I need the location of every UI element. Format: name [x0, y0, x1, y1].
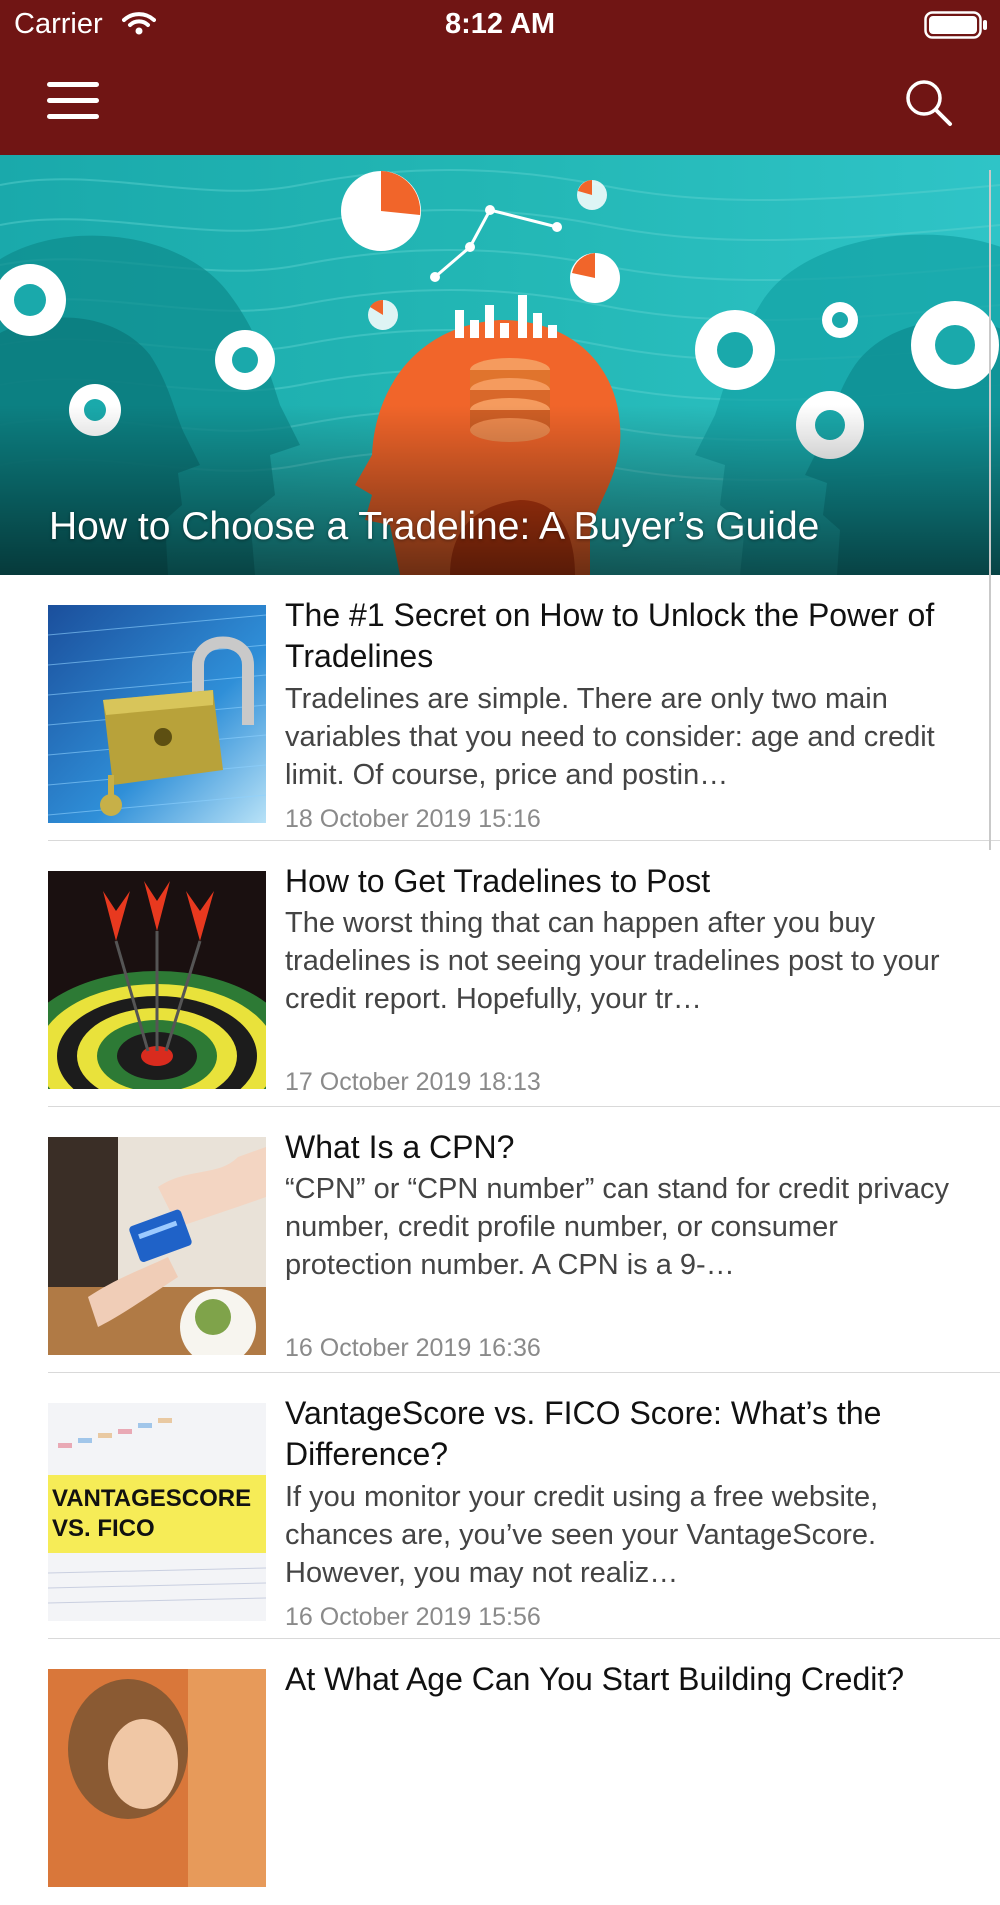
article-excerpt: “CPN” or “CPN number” can stand for cred…: [285, 1173, 949, 1281]
article-list-item[interactable]: How to Get Tradelines to Post The worst …: [0, 841, 1000, 1107]
battery-icon: [924, 11, 988, 44]
status-bar: Carrier 8:12 AM: [0, 0, 1000, 50]
navigation-bar: [0, 50, 1000, 155]
child-image: [48, 1669, 266, 1887]
padlock-image: [48, 605, 266, 823]
thumbnail-text: VS. FICO: [52, 1515, 155, 1542]
article-list-item[interactable]: VANTAGESCORE VS. FICO VantageScore vs. F…: [0, 1373, 1000, 1639]
featured-article-title: How to Choose a Tradeline: A Buyer’s Gui…: [49, 505, 820, 548]
article-date: 16 October 2019 15:56: [285, 1603, 541, 1631]
darts-target-image: [48, 871, 266, 1089]
article-excerpt: The worst thing that can happen after yo…: [285, 907, 940, 1015]
search-button[interactable]: [902, 76, 956, 130]
article-list-item[interactable]: What Is a CPN? “CPN” or “CPN number” can…: [0, 1107, 1000, 1373]
article-list-item[interactable]: At What Age Can You Start Building Credi…: [0, 1639, 1000, 1905]
status-time: 8:12 AM: [444, 8, 556, 40]
article-date: 17 October 2019 18:13: [285, 1068, 541, 1096]
article-thumbnail-credit-card: [48, 1137, 266, 1355]
featured-article[interactable]: How to Choose a Tradeline: A Buyer’s Gui…: [0, 155, 1000, 575]
article-title: At What Age Can You Start Building Credi…: [285, 1661, 905, 1697]
scroll-indicator[interactable]: [989, 170, 991, 850]
article-thumbnail-padlock: [48, 605, 266, 823]
article-thumbnail-vantagescore: VANTAGESCORE VS. FICO: [48, 1403, 266, 1621]
credit-card-payment-image: [48, 1137, 266, 1355]
article-title: What Is a CPN?: [285, 1129, 515, 1165]
article-date: 16 October 2019 16:36: [285, 1334, 541, 1362]
article-excerpt: If you monitor your credit using a free …: [285, 1481, 879, 1589]
search-icon: [906, 80, 952, 126]
thumbnail-text: VANTAGESCORE: [52, 1485, 251, 1512]
article-thumbnail-child: [48, 1669, 266, 1887]
article-excerpt: Tradelines are simple. There are only tw…: [285, 683, 935, 791]
article-date: 18 October 2019 15:16: [285, 805, 541, 833]
article-list-item[interactable]: The #1 Secret on How to Unlock the Power…: [0, 575, 1000, 841]
article-title: How to Get Tradelines to Post: [285, 863, 711, 899]
article-list: The #1 Secret on How to Unlock the Power…: [0, 575, 1000, 1905]
article-title: VantageScore vs. FICO Score: What’s the …: [285, 1395, 882, 1472]
hamburger-menu-icon: [47, 82, 99, 119]
article-thumbnail-darts: [48, 871, 266, 1089]
article-title: The #1 Secret on How to Unlock the Power…: [285, 597, 935, 674]
vantagescore-vs-fico-image: VANTAGESCORE VS. FICO: [48, 1403, 266, 1621]
menu-button[interactable]: [45, 80, 105, 124]
